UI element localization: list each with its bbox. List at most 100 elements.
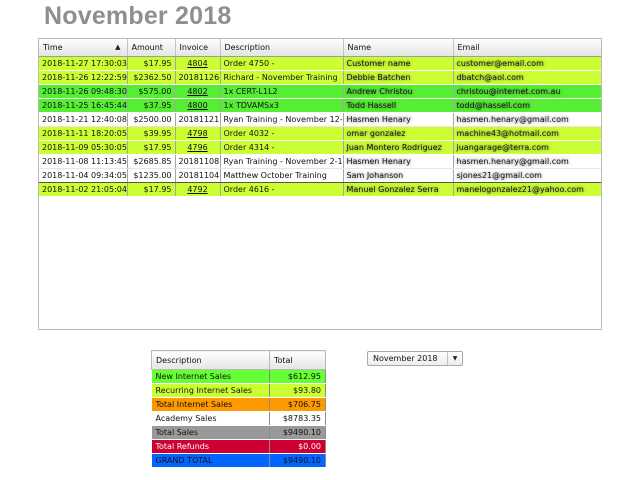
summary-value: $0.00 <box>269 439 326 454</box>
triangle-down-icon[interactable]: ▼ <box>447 352 462 365</box>
cell-email: hasmen.henary@gmail.com <box>453 112 601 127</box>
cell-description: 1x TDVAMSx3 <box>220 98 344 113</box>
cell-name: Hasmen Henary <box>343 154 454 169</box>
summary-header-description: Description <box>151 350 270 370</box>
cell-invoice: 4802 <box>175 84 221 99</box>
cell-name: Debbie Batchen <box>343 70 454 85</box>
column-header-name[interactable]: Name <box>343 39 454 57</box>
summary-label: Total Refunds <box>151 439 270 454</box>
cell-time: 2018-11-26 12:22:59 <box>39 70 128 85</box>
table-row[interactable]: 2018-11-09 05:30:05 $17.95 4796 Order 4314 … <box>39 140 601 155</box>
summary-row: GRAND TOTAL $9490.10 <box>151 453 326 468</box>
cell-amount: $2500.00 <box>127 112 176 127</box>
summary-row: Academy Sales $8783.35 <box>151 411 326 426</box>
cell-amount: $17.95 <box>127 140 176 155</box>
cell-amount: $39.95 <box>127 126 176 141</box>
table-row[interactable]: 2018-11-26 09:48:30 $575.00 4802 1x CERT-L1… <box>39 84 601 99</box>
cell-time: 2018-11-08 11:13:45 <box>39 154 128 169</box>
column-header-invoice[interactable]: Invoice <box>175 39 221 57</box>
cell-time: 2018-11-25 16:45:44 <box>39 98 128 113</box>
cell-invoice: 4800 <box>175 98 221 113</box>
summary-value: $9490.10 <box>269 425 326 440</box>
invoice-link[interactable]: 4796 <box>187 143 207 152</box>
column-header-time[interactable]: Time ▲ <box>39 39 128 57</box>
cell-time: 2018-11-02 21:05:04 <box>39 182 128 197</box>
table-row[interactable]: 2018-11-21 12:40:08 $2500.00 20181121 Ryan … <box>39 112 601 127</box>
cell-time: 2018-11-26 09:48:30 <box>39 84 128 99</box>
summary-header-total: Total <box>269 350 326 370</box>
cell-name: Andrew Christou <box>343 84 454 99</box>
column-header-amount[interactable]: Amount <box>127 39 176 57</box>
cell-time: 2018-11-04 09:34:05 <box>39 168 128 183</box>
cell-invoice: 4804 <box>175 56 221 71</box>
invoice-link[interactable]: 4792 <box>187 185 207 194</box>
table-row[interactable]: 2018-11-04 09:34:05 $1235.00 20181104 Matth… <box>39 168 601 183</box>
cell-name: Hasmen Henary <box>343 112 454 127</box>
table-row[interactable]: 2018-11-26 12:22:59 $2362.50 20181126 Richa… <box>39 70 601 85</box>
table-row[interactable]: 2018-11-25 16:45:44 $37.95 4800 1x TDVAMSx3… <box>39 98 601 113</box>
summary-label: Recurring Internet Sales <box>151 383 270 398</box>
summary-value: $612.95 <box>269 369 326 384</box>
cell-invoice: 20181121 <box>175 112 221 127</box>
cell-invoice: 4796 <box>175 140 221 155</box>
month-select[interactable]: November 2018 ▼ <box>367 351 463 366</box>
table-row[interactable]: 2018-11-08 11:13:45 $2685.85 20181108 Ryan … <box>39 154 601 169</box>
cell-amount: $2685.85 <box>127 154 176 169</box>
transactions-grid: Time ▲ Amount Invoice Description Name Em… <box>38 38 602 330</box>
sales-summary-table: Description Total New Internet Sales $612… <box>151 350 326 468</box>
invoice-link[interactable]: 4798 <box>187 129 207 138</box>
cell-email: sjones21@gmail.com <box>453 168 601 183</box>
summary-value: $706.75 <box>269 397 326 412</box>
summary-row: Recurring Internet Sales $93.80 <box>151 383 326 398</box>
summary-label: Total Sales <box>151 425 270 440</box>
cell-description: Order 4032 - <box>220 126 344 141</box>
summary-label: Total Internet Sales <box>151 397 270 412</box>
cell-amount: $575.00 <box>127 84 176 99</box>
column-header-email[interactable]: Email <box>453 39 601 57</box>
table-row[interactable]: 2018-11-02 21:05:04 $17.95 4792 Order 4616 … <box>39 182 601 197</box>
summary-value: $8783.35 <box>269 411 326 426</box>
cell-email: juangarage@terra.com <box>453 140 601 155</box>
summary-value: $9490.10 <box>269 453 326 468</box>
table-row[interactable]: 2018-11-27 17:30:03 $17.95 4804 Order 4750 … <box>39 56 601 71</box>
cell-name: omar gonzalez <box>343 126 454 141</box>
cell-email: customer@email.com <box>453 56 601 71</box>
cell-invoice: 4792 <box>175 182 221 197</box>
cell-email: todd@hassell.com <box>453 98 601 113</box>
cell-name: Todd Hassell <box>343 98 454 113</box>
cell-time: 2018-11-09 05:30:05 <box>39 140 128 155</box>
cell-email: christou@internet.com.au <box>453 84 601 99</box>
cell-description: Matthew October Training <box>220 168 344 183</box>
summary-label: GRAND TOTAL <box>151 453 270 468</box>
summary-row: New Internet Sales $612.95 <box>151 369 326 384</box>
cell-name: Sam Johanson <box>343 168 454 183</box>
month-select-value: November 2018 <box>373 354 438 363</box>
cell-amount: $1235.00 <box>127 168 176 183</box>
invoice-link[interactable]: 4800 <box>187 101 207 110</box>
invoice-link[interactable]: 4804 <box>187 59 207 68</box>
invoice-link[interactable]: 4802 <box>187 87 207 96</box>
cell-email: hasmen.henary@gmail.com <box>453 154 601 169</box>
cell-name: Juan Montero Rodriguez <box>343 140 454 155</box>
cell-name: Manuel Gonzalez Serra <box>343 182 454 197</box>
cell-invoice: 20181126 <box>175 70 221 85</box>
cell-description: Ryan Training - November 12-20 <box>220 112 344 127</box>
cell-email: dbatch@aol.com <box>453 70 601 85</box>
column-header-description[interactable]: Description <box>220 39 344 57</box>
cell-invoice: 20181108 <box>175 154 221 169</box>
summary-row: Total Sales $9490.10 <box>151 425 326 440</box>
cell-amount: $2362.50 <box>127 70 176 85</box>
summary-row: Total Refunds $0.00 <box>151 439 326 454</box>
table-row[interactable]: 2018-11-11 18:20:05 $39.95 4798 Order 4032 … <box>39 126 601 141</box>
cell-amount: $17.95 <box>127 56 176 71</box>
cell-email: machine43@hotmail.com <box>453 126 601 141</box>
cell-amount: $37.95 <box>127 98 176 113</box>
cell-invoice: 4798 <box>175 126 221 141</box>
cell-email: manelogonzalez21@yahoo.com <box>453 182 601 197</box>
cell-name: Customer name <box>343 56 454 71</box>
summary-label: Academy Sales <box>151 411 270 426</box>
cell-time: 2018-11-11 18:20:05 <box>39 126 128 141</box>
sort-ascending-icon: ▲ <box>115 43 121 51</box>
cell-time: 2018-11-21 12:40:08 <box>39 112 128 127</box>
summary-value: $93.80 <box>269 383 326 398</box>
